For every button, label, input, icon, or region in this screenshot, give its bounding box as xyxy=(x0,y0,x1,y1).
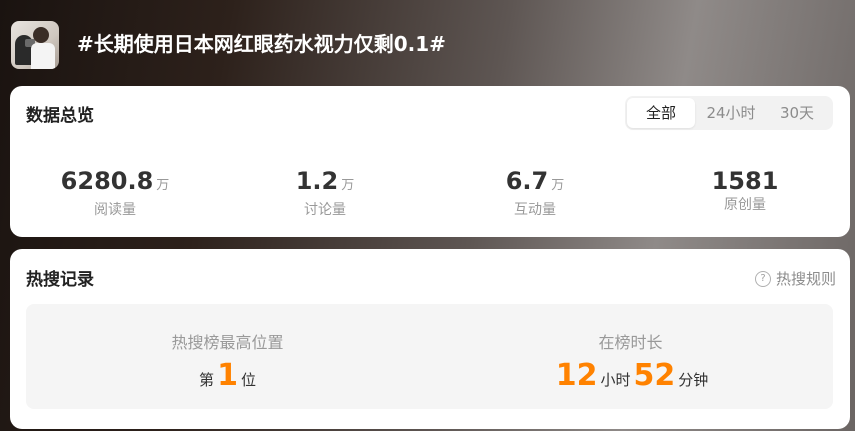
hot-search-rules-link[interactable]: ? 热搜规则 xyxy=(754,268,836,289)
duration-label: 在榜时长 xyxy=(598,333,663,352)
duration-value: 12 小时 52 分钟 xyxy=(429,358,832,393)
doctor-coat xyxy=(31,43,55,69)
highest-rank-block: 热搜榜最高位置 第1位 xyxy=(26,304,429,409)
hours-unit: 小时 xyxy=(600,371,631,389)
rank-suffix: 位 xyxy=(240,371,256,389)
stat-reads: 6280.8 万 阅读量 xyxy=(10,166,220,226)
stat-original: 1581 原创量 xyxy=(640,166,850,226)
stat-value: 1581 xyxy=(711,167,779,195)
hot-search-title: 热搜记录 xyxy=(26,270,94,290)
overview-stats: 6280.8 万 阅读量 1.2 万 讨论量 6.7 万 互动量 1581 原创量 xyxy=(10,166,850,226)
topic-thumbnail[interactable] xyxy=(11,21,59,69)
duration-hours: 12 xyxy=(555,358,598,393)
topic-title: #长期使用日本网红眼药水视力仅剩0.1# xyxy=(77,32,446,56)
stat-label: 原创量 xyxy=(724,197,766,213)
overview-card: 数据总览 全部 24小时 30天 6280.8 万 阅读量 1.2 万 讨论量 6.… xyxy=(10,86,850,237)
stat-unit: 万 xyxy=(156,178,170,193)
rank-number: 1 xyxy=(217,358,238,393)
stat-value: 6.7 xyxy=(505,167,549,195)
stat-discussions: 1.2 万 讨论量 xyxy=(220,166,430,226)
stat-label: 阅读量 xyxy=(94,202,136,218)
duration-minutes: 52 xyxy=(633,358,676,393)
tab-all[interactable]: 全部 xyxy=(627,98,695,128)
minutes-unit: 分钟 xyxy=(678,371,709,389)
stat-interactions: 6.7 万 互动量 xyxy=(430,166,640,226)
stat-unit: 万 xyxy=(551,178,565,193)
hot-search-panel: 热搜榜最高位置 第1位 在榜时长 12 小时 52 分钟 xyxy=(26,304,833,409)
stat-value: 6280.8 xyxy=(60,167,154,195)
hot-search-card: 热搜记录 ? 热搜规则 热搜榜最高位置 第1位 在榜时长 12 小时 52 分钟 xyxy=(10,249,850,429)
tab-30d[interactable]: 30天 xyxy=(767,98,827,128)
doctor-head xyxy=(33,27,49,43)
stat-value: 1.2 xyxy=(295,167,339,195)
rank-prefix: 第 xyxy=(199,371,215,389)
highest-rank-label: 热搜榜最高位置 xyxy=(171,333,284,352)
tab-24h[interactable]: 24小时 xyxy=(695,98,767,128)
duration-block: 在榜时长 12 小时 52 分钟 xyxy=(429,304,832,409)
topic-header: #长期使用日本网红眼药水视力仅剩0.1# xyxy=(0,0,855,86)
highest-rank-value: 第1位 xyxy=(26,358,429,393)
rules-label: 热搜规则 xyxy=(775,270,836,288)
question-circle-icon: ? xyxy=(754,270,771,287)
stat-label: 互动量 xyxy=(514,202,556,218)
time-range-tabs: 全部 24小时 30天 xyxy=(625,96,833,130)
overview-title: 数据总览 xyxy=(26,106,94,126)
stat-label: 讨论量 xyxy=(304,202,346,218)
stat-unit: 万 xyxy=(341,178,355,193)
